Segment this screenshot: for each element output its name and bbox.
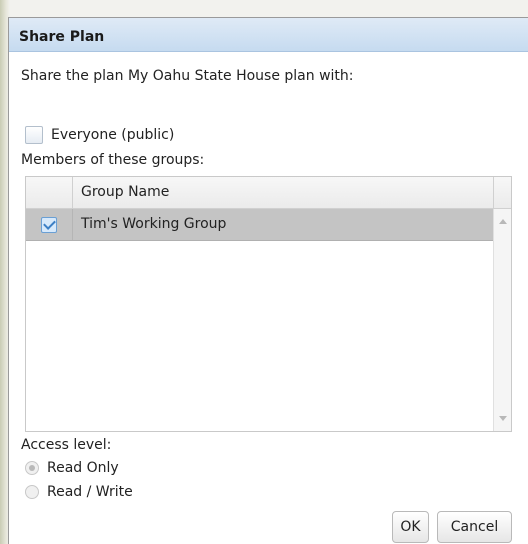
dialog-titlebar[interactable]: Share Plan — [9, 18, 528, 52]
share-intro-text: Share the plan My Oahu State House plan … — [21, 68, 354, 84]
read-write-radio[interactable] — [25, 485, 39, 499]
row-checkbox-cell[interactable] — [26, 209, 73, 240]
header-scroll-spacer — [493, 177, 511, 208]
read-only-radio[interactable] — [25, 461, 39, 475]
ok-button[interactable]: OK — [392, 511, 429, 543]
access-option-read-only[interactable]: Read Only — [25, 460, 119, 476]
cancel-button[interactable]: Cancel — [437, 511, 512, 543]
read-only-label: Read Only — [47, 460, 119, 476]
scroll-up-arrow-icon[interactable] — [499, 219, 507, 224]
scroll-down-arrow-icon[interactable] — [499, 416, 507, 421]
read-write-label: Read / Write — [47, 484, 133, 500]
vertical-scrollbar[interactable] — [493, 209, 511, 431]
group-name-cell: Tim's Working Group — [81, 216, 227, 232]
access-option-read-write[interactable]: Read / Write — [25, 484, 133, 500]
dialog-title: Share Plan — [19, 29, 105, 45]
groups-grid: Group Name Tim's Working Group — [25, 176, 512, 432]
table-row[interactable]: Tim's Working Group — [26, 209, 493, 241]
group-name-column-header[interactable]: Group Name — [73, 177, 493, 208]
share-plan-dialog: Share Plan Share the plan My Oahu State … — [8, 17, 528, 544]
everyone-option[interactable]: Everyone (public) — [25, 126, 174, 144]
row-checkbox[interactable] — [41, 216, 57, 233]
checkbox-column-header — [26, 177, 73, 208]
members-label: Members of these groups: — [21, 152, 205, 168]
everyone-label: Everyone (public) — [51, 127, 175, 143]
grid-header: Group Name — [26, 177, 511, 209]
access-level-label: Access level: — [21, 437, 112, 453]
everyone-checkbox[interactable] — [25, 126, 43, 144]
